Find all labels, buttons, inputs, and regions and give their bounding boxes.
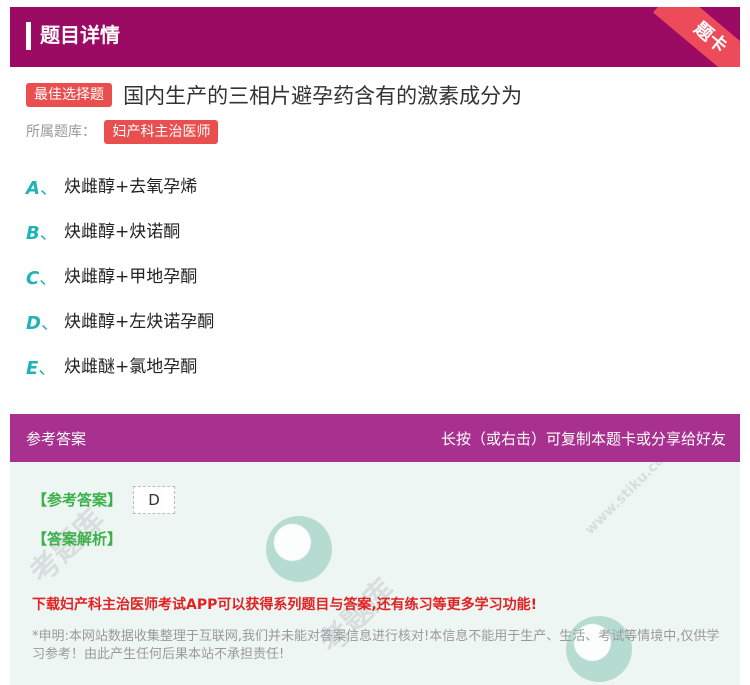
watermark-logo-icon xyxy=(266,516,332,582)
library-row: 所属题库： 妇产科主治医师 xyxy=(26,120,219,144)
watermark-url: www.stiku.com xyxy=(581,462,679,539)
answer-value: D xyxy=(133,486,175,514)
page-title: 题目详情 xyxy=(40,23,120,47)
option-text: 炔雌醇+甲地孕酮 xyxy=(64,267,198,287)
option-letter: E、 xyxy=(26,358,57,379)
title-bar-accent xyxy=(26,22,31,50)
option-text: 炔雌醇+左炔诺孕酮 xyxy=(64,312,215,332)
answer-section-title: 参考答案 xyxy=(26,430,87,448)
option-text: 炔雌醚+氯地孕酮 xyxy=(64,357,198,377)
answer-section-header: 参考答案 长按（或右击）可复制本题卡或分享给好友 xyxy=(10,414,740,462)
option-a[interactable]: A、 炔雌醇+去氧孕烯 xyxy=(26,174,214,219)
option-c[interactable]: C、 炔雌醇+甲地孕酮 xyxy=(26,264,214,309)
disclaimer-text: *申明:本网站数据收集整理于互联网,我们并未能对答案信息进行核对!本信息不能用于… xyxy=(32,629,720,662)
share-hint: 长按（或右击）可复制本题卡或分享给好友 xyxy=(440,430,726,448)
answer-row: 【参考答案】 D xyxy=(32,486,175,514)
download-app-link[interactable]: 下载妇产科主治医师考试APP可以获得系列题目与答案,还有练习等更多学习功能! xyxy=(32,594,537,614)
option-text: 炔雌醇+去氧孕烯 xyxy=(64,177,198,197)
option-b[interactable]: B、 炔雌醇+炔诺酮 xyxy=(26,219,214,264)
question-text: 国内生产的三相片避孕药含有的激素成分为 xyxy=(123,84,523,108)
question-type-badge: 最佳选择题 xyxy=(26,83,112,107)
option-letter: C、 xyxy=(26,268,58,289)
option-letter: D、 xyxy=(26,313,59,334)
analysis-label: 【答案解析】 xyxy=(32,530,123,548)
option-e[interactable]: E、 炔雌醚+氯地孕酮 xyxy=(26,354,214,399)
option-letter: A、 xyxy=(26,178,58,199)
option-text: 炔雌醇+炔诺酮 xyxy=(64,222,181,242)
answer-label: 【参考答案】 xyxy=(32,491,123,509)
library-label: 所属题库： xyxy=(26,124,96,140)
option-d[interactable]: D、 炔雌醇+左炔诺孕酮 xyxy=(26,309,214,354)
question-header: 最佳选择题 国内生产的三相片避孕药含有的激素成分为 xyxy=(26,80,736,110)
question-card-ribbon[interactable]: 题卡 xyxy=(653,7,740,67)
option-list: A、 炔雌醇+去氧孕烯 B、 炔雌醇+炔诺酮 C、 炔雌醇+甲地孕酮 D、 炔雌… xyxy=(26,174,214,399)
library-badge[interactable]: 妇产科主治医师 xyxy=(104,120,219,144)
page-header: 题目详情 题卡 xyxy=(10,7,740,67)
answer-section-body: 考题库 考题库 www.stiku.com 【参考答案】 D 【答案解析】 下载… xyxy=(10,462,740,685)
option-letter: B、 xyxy=(26,223,58,244)
